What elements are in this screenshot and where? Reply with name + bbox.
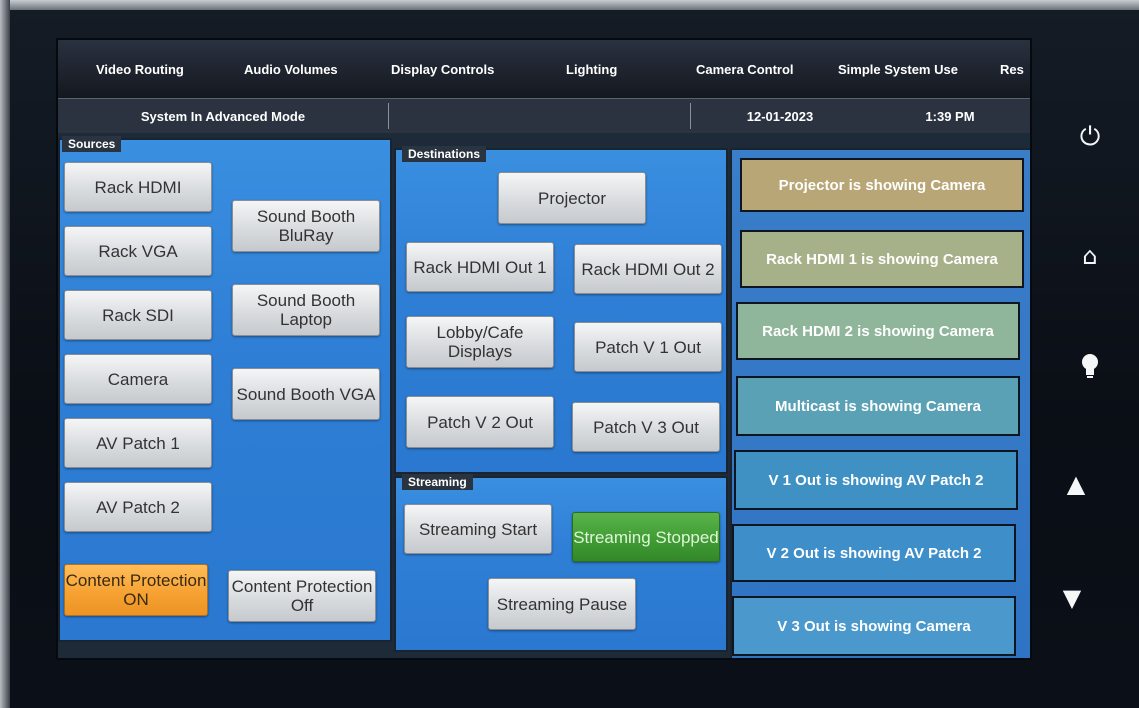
tab-simple-system-use[interactable]: Simple System Use bbox=[838, 62, 958, 77]
dest-lobby-cafe-displays-button[interactable]: Lobby/Cafe Displays bbox=[406, 316, 554, 368]
source-sound-booth-vga-button[interactable]: Sound Booth VGA bbox=[232, 368, 380, 420]
content-protection-on-button[interactable]: Content Protection ON bbox=[64, 564, 208, 616]
bezel-edge bbox=[0, 0, 1139, 10]
tab-camera-control[interactable]: Camera Control bbox=[696, 62, 794, 77]
lightbulb-icon[interactable] bbox=[1072, 352, 1108, 386]
dest-rack-hdmi-out-1-button[interactable]: Rack HDMI Out 1 bbox=[406, 242, 554, 292]
up-arrow-icon[interactable]: ▲ bbox=[1058, 470, 1094, 498]
source-rack-vga-button[interactable]: Rack VGA bbox=[64, 226, 212, 276]
streaming-title: Streaming bbox=[402, 474, 473, 490]
route-status-tile: Rack HDMI 2 is showing Camera bbox=[736, 302, 1020, 360]
system-mode-label: System In Advanced Mode bbox=[140, 108, 306, 124]
route-status-tile: Rack HDMI 1 is showing Camera bbox=[740, 230, 1024, 288]
source-rack-hdmi-button[interactable]: Rack HDMI bbox=[64, 162, 212, 212]
tab-display-controls[interactable]: Display Controls bbox=[391, 62, 494, 77]
destinations-title: Destinations bbox=[402, 146, 487, 162]
streaming-panel: Streaming Streaming Start Streaming Stop… bbox=[394, 474, 728, 652]
top-navigation: Video Routing Audio Volumes Display Cont… bbox=[58, 40, 1030, 98]
dest-patch-v2-out-button[interactable]: Patch V 2 Out bbox=[406, 396, 554, 448]
source-av-patch-1-button[interactable]: AV Patch 1 bbox=[64, 418, 212, 468]
sources-panel: Sources Rack HDMI Rack VGA Rack SDI Came… bbox=[58, 136, 392, 642]
route-status-tile: Multicast is showing Camera bbox=[736, 376, 1020, 436]
source-sound-booth-bluray-button[interactable]: Sound Booth BluRay bbox=[232, 200, 380, 252]
dest-patch-v3-out-button[interactable]: Patch V 3 Out bbox=[572, 402, 720, 452]
destinations-panel: Destinations Projector Rack HDMI Out 1 R… bbox=[394, 146, 728, 474]
bezel-edge-left bbox=[0, 0, 10, 708]
status-bar: System In Advanced Mode 12-01-2023 1:39 … bbox=[58, 98, 1030, 133]
sources-title: Sources bbox=[62, 136, 122, 152]
route-status-tile: V 2 Out is showing AV Patch 2 bbox=[732, 524, 1016, 582]
time-display: 1:39 PM bbox=[925, 108, 975, 124]
route-status-tile: V 3 Out is showing Camera bbox=[732, 596, 1016, 656]
route-status-panel: Projector is showing Camera Rack HDMI 1 … bbox=[730, 148, 1030, 658]
tab-audio-volumes[interactable]: Audio Volumes bbox=[244, 62, 338, 77]
source-sound-booth-laptop-button[interactable]: Sound Booth Laptop bbox=[232, 284, 380, 336]
home-icon[interactable]: ⌂ bbox=[1072, 242, 1108, 270]
status-divider bbox=[388, 103, 389, 129]
tab-res[interactable]: Res bbox=[1000, 62, 1024, 77]
route-status-tile: V 1 Out is showing AV Patch 2 bbox=[734, 450, 1018, 510]
source-rack-sdi-button[interactable]: Rack SDI bbox=[64, 290, 212, 340]
dest-rack-hdmi-out-2-button[interactable]: Rack HDMI Out 2 bbox=[574, 244, 722, 294]
tab-lighting[interactable]: Lighting bbox=[566, 62, 617, 77]
streaming-start-button[interactable]: Streaming Start bbox=[404, 504, 552, 554]
content-protection-off-button[interactable]: Content Protection Off bbox=[228, 570, 376, 622]
dest-patch-v1-out-button[interactable]: Patch V 1 Out bbox=[574, 322, 722, 372]
touch-panel-screen: Video Routing Audio Volumes Display Cont… bbox=[58, 40, 1030, 658]
down-arrow-icon[interactable]: ▼ bbox=[1054, 584, 1090, 612]
source-av-patch-2-button[interactable]: AV Patch 2 bbox=[64, 482, 212, 532]
streaming-stopped-button[interactable]: Streaming Stopped bbox=[572, 512, 720, 562]
route-status-tile: Projector is showing Camera bbox=[740, 158, 1024, 212]
lightbulb-icon-svg bbox=[1082, 354, 1098, 378]
streaming-pause-button[interactable]: Streaming Pause bbox=[488, 578, 636, 630]
source-camera-button[interactable]: Camera bbox=[64, 354, 212, 404]
date-display: 12-01-2023 bbox=[746, 108, 814, 124]
power-icon[interactable]: ⏻ bbox=[1072, 122, 1108, 153]
tab-video-routing[interactable]: Video Routing bbox=[96, 62, 184, 77]
dest-projector-button[interactable]: Projector bbox=[498, 172, 646, 224]
